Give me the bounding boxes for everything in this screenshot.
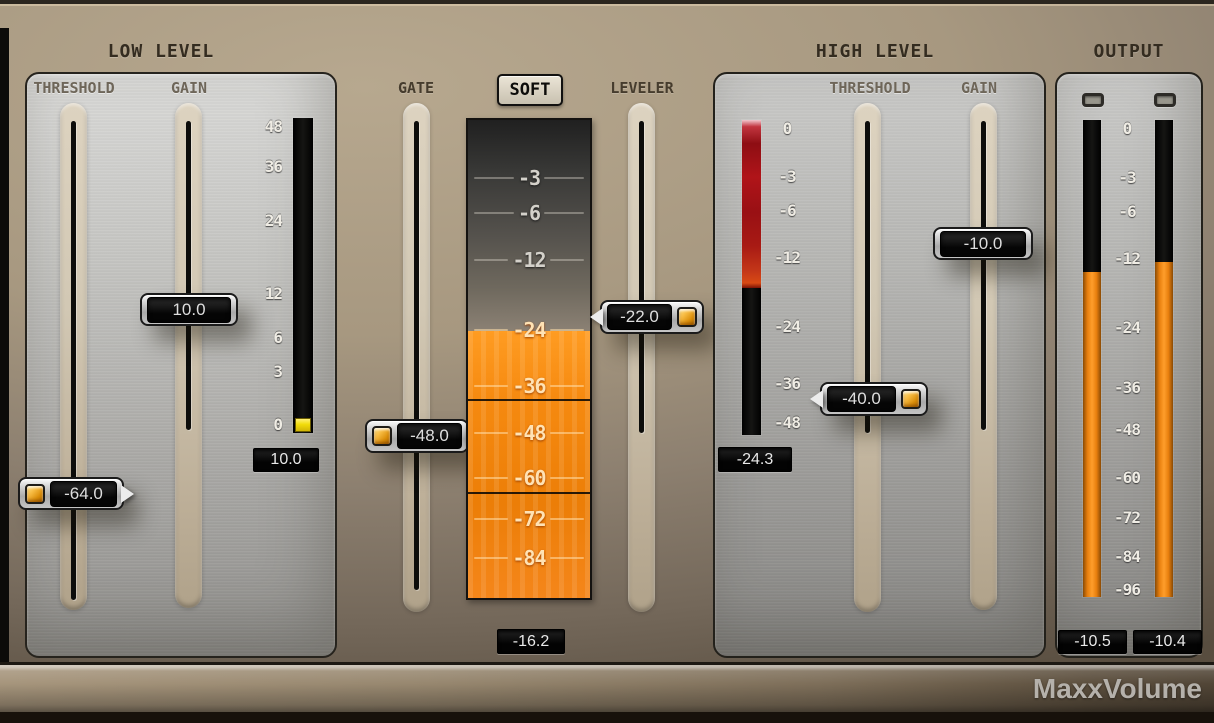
output-scale-96: -96 [1103, 580, 1151, 600]
output-readout-right: -10.4 [1133, 630, 1202, 654]
soft-scale-row: -84 [470, 547, 588, 569]
low-level-meter [293, 118, 313, 433]
leveler-label: LEVELER [597, 79, 687, 97]
gate-label: GATE [386, 79, 446, 97]
brand-wordmark: MaxxVolume [1033, 670, 1202, 708]
low-meter-scale-6: 6 [238, 328, 282, 348]
low-threshold-label: THRESHOLD [18, 79, 130, 97]
soft-scale-row: -6 [470, 202, 588, 224]
bottom-brand-bar: MaxxVolume [0, 665, 1214, 712]
soft-meter-readout: -16.2 [497, 629, 565, 654]
low-level-meter-peak-marker [295, 418, 311, 432]
output-meter-left-fill [1083, 272, 1101, 597]
high-threshold-value-display: -40.0 [827, 386, 896, 412]
high-gain-value-display: -10.0 [940, 231, 1026, 257]
low-gain-value-display: 10.0 [147, 297, 231, 323]
output-scale-36: -36 [1103, 378, 1151, 398]
soft-scale-row: -24 [470, 319, 588, 341]
low-meter-readout: 10.0 [253, 448, 319, 472]
high-threshold-label: THRESHOLD [814, 79, 926, 97]
output-scale-0: 0 [1103, 119, 1151, 139]
soft-scale-row: -36 [470, 375, 588, 397]
high-gain-value-box[interactable]: -10.0 [933, 227, 1033, 260]
soft-button[interactable]: SOFT [497, 74, 563, 106]
low-meter-scale-48: 48 [238, 117, 282, 137]
high-meter-scale-24: -24 [767, 317, 807, 337]
high-threshold-led-button[interactable] [901, 389, 921, 409]
output-meter-right [1155, 120, 1173, 597]
high-level-title: HIGH LEVEL [775, 41, 975, 63]
low-meter-scale-12: 12 [238, 284, 282, 304]
low-threshold-value-display: -64.0 [50, 481, 117, 507]
high-meter-scale-36: -36 [767, 374, 807, 394]
output-panel [1055, 72, 1203, 658]
low-level-title: LOW LEVEL [61, 41, 261, 63]
output-scale-24: -24 [1103, 318, 1151, 338]
low-meter-scale-36: 36 [238, 157, 282, 177]
maxxvolume-plugin-window: LOW LEVEL THRESHOLD GAIN 48 36 24 12 6 3… [0, 0, 1214, 723]
low-meter-scale-3: 3 [238, 362, 282, 382]
output-clip-led-right[interactable] [1154, 93, 1176, 107]
output-meter-left [1083, 120, 1101, 597]
leveler-led-button[interactable] [677, 307, 697, 327]
output-scale-60: -60 [1103, 468, 1151, 488]
low-threshold-pointer-icon [121, 485, 134, 503]
high-gain-label: GAIN [949, 79, 1009, 97]
gate-slider-groove [414, 121, 419, 590]
soft-meter-marker-line-upper [468, 399, 590, 401]
low-threshold-value-box[interactable]: -64.0 [18, 477, 124, 510]
left-edge-strip [0, 28, 9, 665]
leveler-slider-groove [639, 121, 644, 433]
output-scale-72: -72 [1103, 508, 1151, 528]
leveler-pointer-icon [590, 308, 603, 326]
high-meter-scale-0: 0 [767, 119, 807, 139]
high-meter-scale-6: -6 [767, 201, 807, 221]
low-meter-scale-24: 24 [238, 211, 282, 231]
bottom-edge-strip [0, 712, 1214, 723]
leveler-value-display: -22.0 [607, 304, 672, 330]
output-meter-right-fill [1155, 262, 1173, 597]
high-meter-scale-48: -48 [767, 413, 807, 433]
output-scale-48: -48 [1103, 420, 1151, 440]
high-meter-scale-3: -3 [767, 167, 807, 187]
soft-scale-row: -72 [470, 508, 588, 530]
soft-scale-row: -12 [470, 249, 588, 271]
output-scale-3: -3 [1103, 168, 1151, 188]
high-threshold-value-box[interactable]: -40.0 [820, 382, 928, 416]
output-clip-led-left[interactable] [1082, 93, 1104, 107]
high-meter-readout: -24.3 [718, 447, 792, 472]
output-scale-84: -84 [1103, 547, 1151, 567]
soft-meter-upper-region [468, 120, 590, 331]
low-threshold-led-button[interactable] [25, 484, 45, 504]
low-meter-scale-0: 0 [238, 415, 282, 435]
soft-scale-row: -3 [470, 167, 588, 189]
high-threshold-pointer-icon [810, 390, 823, 408]
low-gain-value-box[interactable]: 10.0 [140, 293, 238, 326]
leveler-value-box[interactable]: -22.0 [600, 300, 704, 334]
soft-scale-row: -48 [470, 422, 588, 444]
output-readout-left: -10.5 [1058, 630, 1127, 654]
soft-scale-row: -60 [470, 467, 588, 489]
gate-value-display: -48.0 [397, 423, 462, 449]
output-scale-12: -12 [1103, 249, 1151, 269]
high-meter-scale-12: -12 [767, 248, 807, 268]
high-level-meter [742, 120, 761, 435]
soft-meter-marker-line-lower [468, 492, 590, 494]
gate-value-box[interactable]: -48.0 [365, 419, 469, 453]
output-scale-6: -6 [1103, 202, 1151, 222]
gate-led-button[interactable] [372, 426, 392, 446]
output-title: OUTPUT [1029, 41, 1214, 63]
low-gain-slider-groove [186, 121, 191, 430]
soft-button-label: SOFT [510, 80, 551, 100]
top-edge-highlight [0, 4, 1214, 6]
high-level-meter-fill [742, 120, 761, 288]
low-gain-label: GAIN [159, 79, 219, 97]
low-threshold-slider-groove [71, 121, 76, 600]
high-gain-slider-groove [981, 121, 986, 430]
